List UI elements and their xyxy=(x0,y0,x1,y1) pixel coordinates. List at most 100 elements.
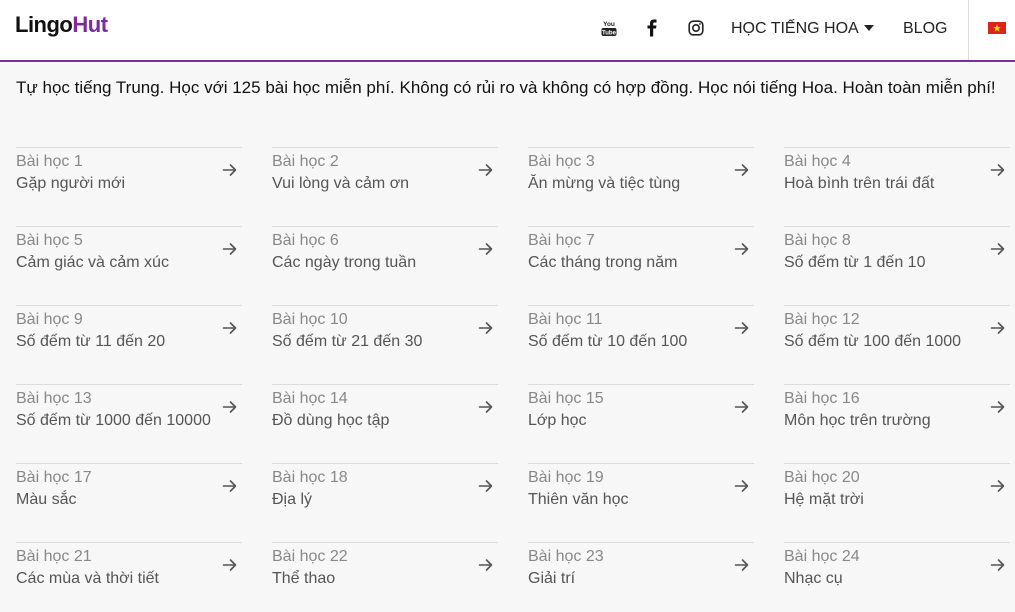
learn-language-menu[interactable]: HỌC TIẾNG HOA xyxy=(731,19,874,39)
lesson-number: Bài học 22 xyxy=(272,548,348,565)
lesson-number: Bài học 16 xyxy=(784,390,860,407)
lesson-number: Bài học 2 xyxy=(272,153,339,170)
instagram-icon[interactable] xyxy=(686,18,706,38)
lesson-item[interactable]: Bài học 20 Hệ mặt trời xyxy=(784,463,1010,519)
lesson-title: Lớp học xyxy=(528,412,587,429)
lesson-item[interactable]: Bài học 8 Số đếm từ 1 đến 10 xyxy=(784,226,1010,282)
lesson-item[interactable]: Bài học 3 Ăn mừng và tiệc tùng xyxy=(528,147,754,203)
site-header: LingoHut You Tube HỌC TIẾNG HOA BLOG xyxy=(0,0,1015,62)
lesson-item[interactable]: Bài học 13 Số đếm từ 1000 đến 10000 xyxy=(16,384,242,440)
lesson-item[interactable]: Bài học 22 Thể thao xyxy=(272,542,498,598)
lesson-item[interactable]: Bài học 11 Số đếm từ 10 đến 100 xyxy=(528,305,754,361)
lesson-item[interactable]: Bài học 9 Số đếm từ 11 đến 20 xyxy=(16,305,242,361)
vietnam-flag-icon[interactable] xyxy=(988,22,1006,34)
lesson-item[interactable]: Bài học 5 Cảm giác và cảm xúc xyxy=(16,226,242,282)
lesson-number: Bài học 6 xyxy=(272,232,339,249)
arrow-right-icon xyxy=(222,243,237,255)
lesson-title: Thể thao xyxy=(272,570,336,587)
arrow-right-icon xyxy=(478,243,493,255)
lesson-number: Bài học 12 xyxy=(784,311,860,328)
lesson-item[interactable]: Bài học 10 Số đếm từ 21 đến 30 xyxy=(272,305,498,361)
lesson-title: Vui lòng và cảm ơn xyxy=(272,175,410,192)
lesson-item[interactable]: Bài học 15 Lớp học xyxy=(528,384,754,440)
lesson-title: Cảm giác và cảm xúc xyxy=(16,254,169,271)
lesson-number: Bài học 21 xyxy=(16,548,92,565)
arrow-right-icon xyxy=(478,559,493,571)
lesson-number: Bài học 10 xyxy=(272,311,348,328)
lesson-number: Bài học 3 xyxy=(528,153,595,170)
lesson-item[interactable]: Bài học 4 Hoà bình trên trái đất xyxy=(784,147,1010,203)
arrow-right-icon xyxy=(222,559,237,571)
logo-part-lingo: Lingo xyxy=(15,12,73,37)
lesson-title: Số đếm từ 10 đến 100 xyxy=(528,333,688,350)
lesson-number: Bài học 7 xyxy=(528,232,595,249)
blog-link[interactable]: BLOG xyxy=(903,19,947,39)
intro-text: Tự học tiếng Trung. Học với 125 bài học … xyxy=(16,78,996,97)
arrow-right-icon xyxy=(734,164,749,176)
arrow-right-icon xyxy=(734,243,749,255)
lesson-number: Bài học 18 xyxy=(272,469,348,486)
lesson-item[interactable]: Bài học 7 Các tháng trong năm xyxy=(528,226,754,282)
lesson-title: Màu sắc xyxy=(16,491,77,508)
arrow-right-icon xyxy=(990,243,1005,255)
lesson-number: Bài học 1 xyxy=(16,153,83,170)
svg-text:You: You xyxy=(603,21,615,28)
lesson-item[interactable]: Bài học 2 Vui lòng và cảm ơn xyxy=(272,147,498,203)
lesson-number: Bài học 14 xyxy=(272,390,348,407)
svg-text:Tube: Tube xyxy=(602,31,617,37)
caret-down-icon xyxy=(863,25,874,31)
arrow-right-icon xyxy=(478,480,493,492)
lesson-item[interactable]: Bài học 1 Gặp người mới xyxy=(16,147,242,203)
lesson-number: Bài học 17 xyxy=(16,469,92,486)
lesson-number: Bài học 13 xyxy=(16,390,92,407)
lesson-item[interactable]: Bài học 14 Đồ dùng học tập xyxy=(272,384,498,440)
arrow-right-icon xyxy=(222,322,237,334)
lesson-title: Số đếm từ 1000 đến 10000 xyxy=(16,412,211,429)
lesson-title: Thiên văn học xyxy=(528,491,629,508)
lesson-item[interactable]: Bài học 19 Thiên văn học xyxy=(528,463,754,519)
lesson-number: Bài học 24 xyxy=(784,548,860,565)
logo-part-hut: Hut xyxy=(72,12,108,37)
lesson-item[interactable]: Bài học 12 Số đếm từ 100 đến 1000 xyxy=(784,305,1010,361)
arrow-right-icon xyxy=(990,164,1005,176)
arrow-right-icon xyxy=(478,401,493,413)
lesson-number: Bài học 20 xyxy=(784,469,860,486)
arrow-right-icon xyxy=(222,480,237,492)
lesson-title: Hoà bình trên trái đất xyxy=(784,175,935,192)
learn-language-menu-label: HỌC TIẾNG HOA xyxy=(731,20,859,37)
lesson-title: Số đếm từ 100 đến 1000 xyxy=(784,333,962,350)
lesson-item[interactable]: Bài học 21 Các mùa và thời tiết xyxy=(16,542,242,598)
arrow-right-icon xyxy=(222,164,237,176)
lesson-title: Số đếm từ 21 đến 30 xyxy=(272,333,423,350)
lesson-title: Hệ mặt trời xyxy=(784,491,864,508)
lesson-number: Bài học 4 xyxy=(784,153,851,170)
lesson-item[interactable]: Bài học 23 Giải trí xyxy=(528,542,754,598)
lesson-number: Bài học 9 xyxy=(16,311,83,328)
lesson-item[interactable]: Bài học 24 Nhạc cụ xyxy=(784,542,1010,598)
arrow-right-icon xyxy=(734,480,749,492)
lesson-title: Các ngày trong tuần xyxy=(272,254,417,271)
lesson-number: Bài học 15 xyxy=(528,390,604,407)
lesson-title: Số đếm từ 1 đến 10 xyxy=(784,254,926,271)
lesson-number: Bài học 19 xyxy=(528,469,604,486)
lesson-number: Bài học 11 xyxy=(528,311,603,328)
arrow-right-icon xyxy=(990,322,1005,334)
lesson-item[interactable]: Bài học 16 Môn học trên trường xyxy=(784,384,1010,440)
lesson-title: Ăn mừng và tiệc tùng xyxy=(528,175,681,192)
facebook-icon[interactable] xyxy=(642,18,662,38)
lesson-title: Đồ dùng học tập xyxy=(272,412,390,429)
arrow-right-icon xyxy=(734,322,749,334)
lesson-title: Số đếm từ 11 đến 20 xyxy=(16,333,166,350)
lesson-title: Địa lý xyxy=(272,491,313,508)
lesson-title: Nhạc cụ xyxy=(784,570,843,587)
arrow-right-icon xyxy=(990,401,1005,413)
lesson-item[interactable]: Bài học 18 Địa lý xyxy=(272,463,498,519)
lesson-item[interactable]: Bài học 6 Các ngày trong tuần xyxy=(272,226,498,282)
lesson-number: Bài học 8 xyxy=(784,232,851,249)
lingohut-logo[interactable]: LingoHut xyxy=(15,12,108,38)
lesson-item[interactable]: Bài học 17 Màu sắc xyxy=(16,463,242,519)
youtube-icon[interactable]: You Tube xyxy=(599,18,619,38)
arrow-right-icon xyxy=(990,480,1005,492)
arrow-right-icon xyxy=(990,559,1005,571)
lesson-number: Bài học 23 xyxy=(528,548,604,565)
